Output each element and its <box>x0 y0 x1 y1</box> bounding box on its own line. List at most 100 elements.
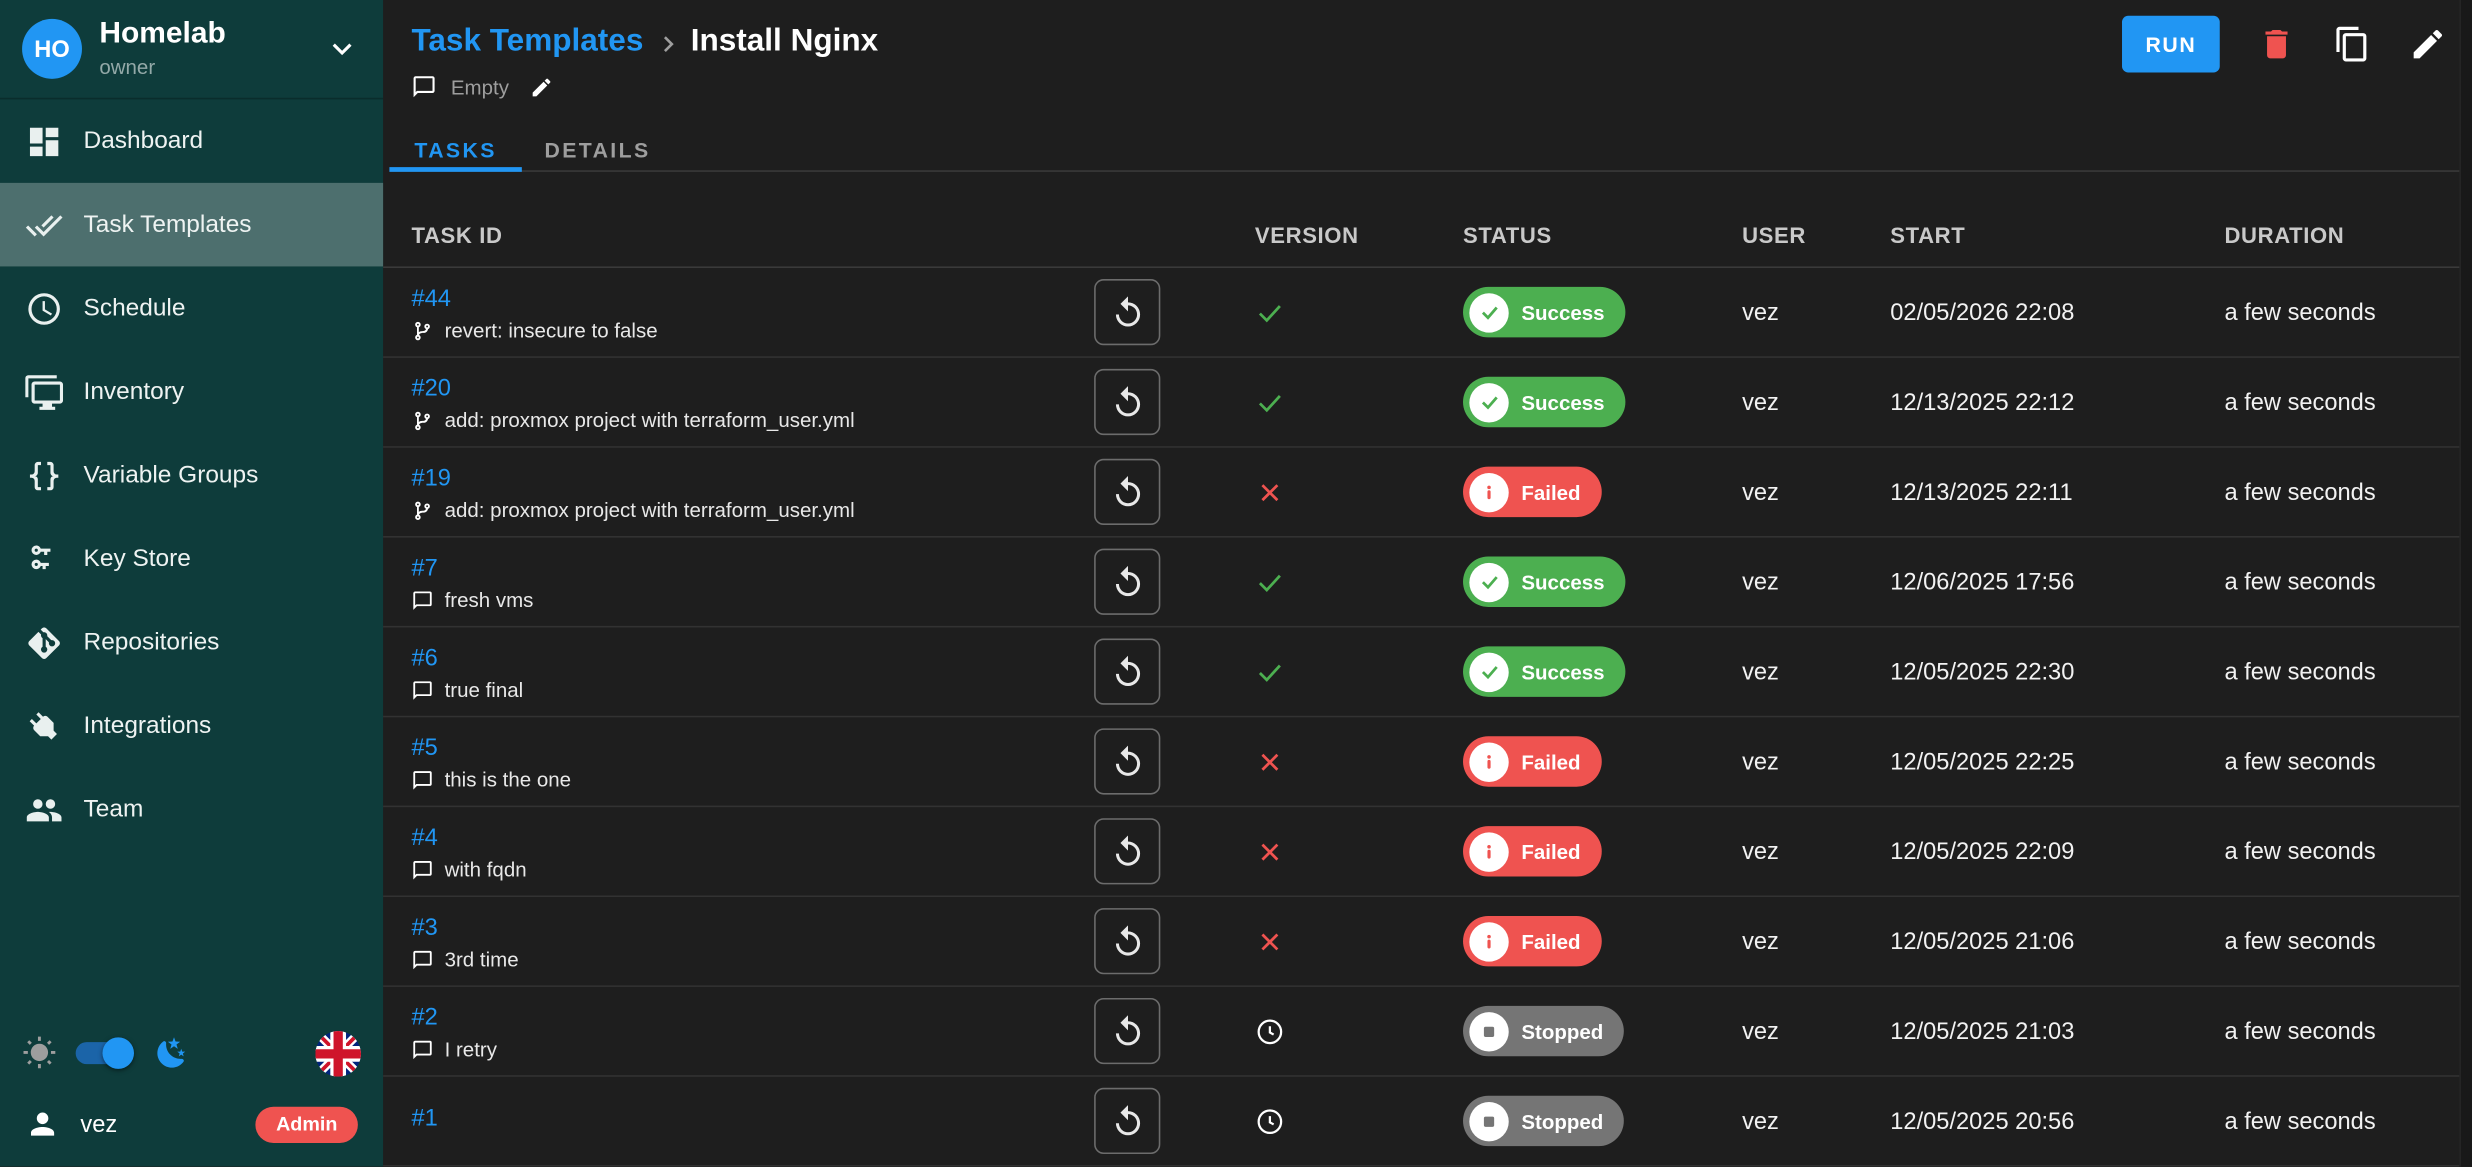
tab-details[interactable]: DETAILS <box>522 131 673 171</box>
delete-button[interactable] <box>2258 25 2296 63</box>
dashboard-icon <box>25 122 63 160</box>
monitor-icon <box>25 373 63 411</box>
status-badge: Stopped <box>1463 1006 1624 1056</box>
restart-task-button[interactable] <box>1094 459 1160 525</box>
status-label: Failed <box>1521 750 1580 774</box>
sidebar-item-dashboard[interactable]: Dashboard <box>0 99 383 183</box>
sidebar-item-inventory[interactable]: Inventory <box>0 350 383 434</box>
uk-flag-icon <box>315 1030 361 1076</box>
restart-task-button[interactable] <box>1094 1088 1160 1154</box>
git-branch-icon <box>411 409 433 431</box>
project-role: owner <box>99 56 226 79</box>
table-row: #44 revert: insecure to false Success <box>383 268 2472 358</box>
sidebar-item-label: Task Templates <box>84 210 252 238</box>
duration-cell: a few seconds <box>2147 928 2472 955</box>
chevron-down-icon[interactable] <box>323 30 361 68</box>
duration-cell: a few seconds <box>2147 478 2472 505</box>
task-id-link[interactable]: #44 <box>411 286 1076 310</box>
status-badge: Success <box>1463 557 1625 607</box>
sidebar: HO Homelab owner Dashboard Task Template… <box>0 0 383 1167</box>
task-id-link[interactable]: #7 <box>411 556 1076 580</box>
run-button[interactable]: RUN <box>2122 16 2220 73</box>
tab-bar: TASKS DETAILS <box>389 131 2472 172</box>
replay-icon <box>1109 564 1145 600</box>
start-cell: 12/05/2025 22:25 <box>1813 748 2147 775</box>
dark-mode-toggle[interactable] <box>76 1042 130 1064</box>
start-cell: 12/05/2025 20:56 <box>1813 1108 2147 1135</box>
sidebar-item-team[interactable]: Team <box>0 768 383 852</box>
user-name: vez <box>80 1111 117 1138</box>
version-fail-icon <box>1255 746 1285 776</box>
sidebar-item-label: Inventory <box>84 378 185 406</box>
edit-button[interactable] <box>2409 25 2447 63</box>
edit-description-icon[interactable] <box>529 75 553 99</box>
page-title: Install Nginx <box>691 24 878 60</box>
task-message: revert: insecure to false <box>411 319 1076 341</box>
task-message-text: add: proxmox project with terraform_user… <box>445 410 855 430</box>
version-cell <box>1178 477 1386 507</box>
sidebar-item-integrations[interactable]: Integrations <box>0 684 383 768</box>
task-id-link[interactable]: #4 <box>411 825 1076 849</box>
task-message-text: true final <box>445 679 524 699</box>
copy-button[interactable] <box>2333 25 2371 63</box>
task-message-text: revert: insecure to false <box>445 320 658 340</box>
sidebar-nav: Dashboard Task Templates Schedule Invent… <box>0 99 383 851</box>
user-icon <box>25 1107 60 1142</box>
sidebar-item-schedule[interactable]: Schedule <box>0 266 383 350</box>
start-cell: 12/13/2025 22:12 <box>1813 389 2147 416</box>
table-row: #19 add: proxmox project with terraform_… <box>383 448 2472 538</box>
template-actions: RUN <box>2122 16 2447 73</box>
task-table-body: #44 revert: insecure to false Success <box>383 268 2472 1167</box>
restart-task-button[interactable] <box>1094 728 1160 794</box>
message-icon <box>411 679 433 701</box>
task-id-link[interactable]: #3 <box>411 915 1076 939</box>
version-ok-icon <box>1255 567 1285 597</box>
restart-task-button[interactable] <box>1094 638 1160 704</box>
restart-task-button[interactable] <box>1094 908 1160 974</box>
version-cell <box>1178 387 1386 417</box>
status-badge: Success <box>1463 287 1625 337</box>
restart-task-button[interactable] <box>1094 549 1160 615</box>
column-version: VERSION <box>1178 223 1386 248</box>
user-menu[interactable]: vez Admin <box>0 1088 383 1167</box>
task-id-link[interactable]: #5 <box>411 735 1076 759</box>
replay-icon <box>1109 923 1145 959</box>
sidebar-item-repositories[interactable]: Repositories <box>0 601 383 685</box>
version-pending-clock-icon <box>1255 1016 1285 1046</box>
task-id-link[interactable]: #1 <box>411 1106 1076 1130</box>
message-icon <box>411 769 433 791</box>
status-label: Failed <box>1521 480 1580 504</box>
sidebar-item-key-store[interactable]: Key Store <box>0 517 383 601</box>
language-flag-uk[interactable] <box>315 1030 361 1076</box>
project-selector[interactable]: HO Homelab owner <box>0 0 383 99</box>
task-id-link[interactable]: #20 <box>411 376 1076 400</box>
git-icon <box>25 624 63 662</box>
table-row: #5 this is the one Failed ve <box>383 717 2472 807</box>
sidebar-item-task-templates[interactable]: Task Templates <box>0 183 383 267</box>
table-row: #2 I retry Stopped vez 1 <box>383 987 2472 1077</box>
task-id-link[interactable]: #19 <box>411 466 1076 490</box>
message-icon <box>411 74 436 99</box>
restart-task-button[interactable] <box>1094 998 1160 1064</box>
status-label: Success <box>1521 570 1604 594</box>
task-id-link[interactable]: #6 <box>411 646 1076 670</box>
sidebar-item-label: Team <box>84 795 144 823</box>
sidebar-item-variable-groups[interactable]: Variable Groups <box>0 434 383 518</box>
version-cell <box>1178 297 1386 327</box>
restart-task-button[interactable] <box>1094 818 1160 884</box>
tab-tasks[interactable]: TASKS <box>389 131 521 171</box>
git-branch-icon <box>411 499 433 521</box>
status-stopped-icon <box>1469 1101 1508 1140</box>
status-label: Failed <box>1521 929 1580 953</box>
breadcrumb-task-templates[interactable]: Task Templates <box>411 24 643 60</box>
restart-task-button[interactable] <box>1094 279 1160 345</box>
table-row: #7 fresh vms Success vez <box>383 538 2472 628</box>
scrollbar[interactable] <box>2459 0 2472 1167</box>
task-message: true final <box>411 679 1076 701</box>
status-success-icon <box>1469 562 1508 601</box>
chevron-right-icon <box>653 28 685 60</box>
plug-icon <box>25 707 63 745</box>
restart-task-button[interactable] <box>1094 369 1160 435</box>
task-id-link[interactable]: #2 <box>411 1005 1076 1029</box>
status-failed-icon <box>1469 472 1508 511</box>
